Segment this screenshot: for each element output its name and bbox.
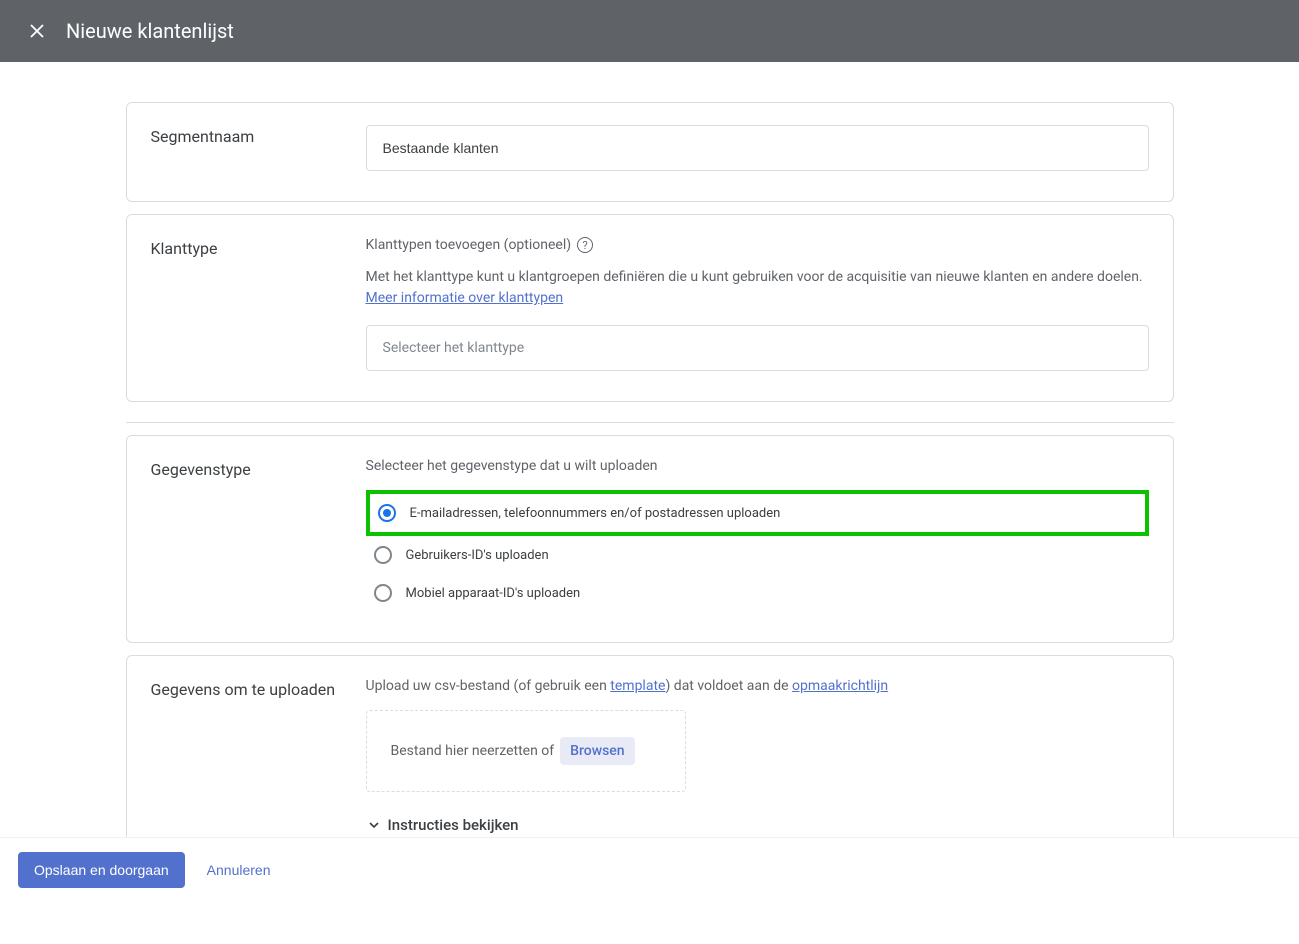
template-link[interactable]: template (610, 678, 665, 694)
browse-button[interactable]: Browsen (560, 737, 634, 765)
footer-bar: Opslaan en doorgaan Annuleren (0, 837, 1299, 902)
clienttype-label: Klanttype (151, 237, 366, 371)
file-dropzone[interactable]: Bestand hier neerzetten of Browsen (366, 710, 686, 792)
radio-label: Mobiel apparaat-ID's uploaden (406, 586, 581, 601)
dropzone-text: Bestand hier neerzetten of (391, 743, 555, 759)
instructions-toggle[interactable]: Instructies bekijken (366, 816, 1149, 834)
radio-label: Gebruikers-ID's uploaden (406, 548, 549, 563)
uploaddata-card: Gegevens om te uploaden Upload uw csv-be… (126, 655, 1174, 864)
radio-label: E-mailadressen, telefoonnummers en/of po… (410, 506, 781, 521)
chevron-down-icon (366, 817, 382, 833)
segment-name-input[interactable] (366, 125, 1149, 171)
cancel-button[interactable]: Annuleren (201, 861, 277, 879)
datatype-label: Gegevenstype (151, 458, 366, 612)
datatype-option-deviceids[interactable]: Mobiel apparaat-ID's uploaden (366, 574, 1149, 612)
clienttype-moreinfo-link[interactable]: Meer informatie over klanttypen (366, 290, 564, 306)
format-link[interactable]: opmaakrichtlijn (792, 678, 888, 694)
clienttype-add-label: Klanttypen toevoegen (optioneel) (366, 237, 572, 253)
datatype-heading: Selecteer het gegevenstype dat u wilt up… (366, 458, 1149, 474)
close-button[interactable] (20, 14, 54, 48)
page-title: Nieuwe klantenlijst (66, 19, 234, 43)
help-icon[interactable]: ? (577, 237, 593, 253)
section-divider (126, 422, 1174, 423)
datatype-card: Gegevenstype Selecteer het gegevenstype … (126, 435, 1174, 643)
radio-icon (374, 546, 392, 564)
uploaddata-label: Gegevens om te uploaden (151, 678, 366, 834)
segment-card: Segmentnaam (126, 102, 1174, 202)
segment-label: Segmentnaam (151, 125, 366, 171)
close-icon (28, 22, 46, 40)
clienttype-description: Met het klanttype kunt u klantgroepen de… (366, 267, 1149, 309)
datatype-option-userids[interactable]: Gebruikers-ID's uploaden (366, 536, 1149, 574)
modal-header: Nieuwe klantenlijst (0, 0, 1299, 62)
radio-icon (378, 504, 396, 522)
clienttype-card: Klanttype Klanttypen toevoegen (optionee… (126, 214, 1174, 402)
uploaddata-description: Upload uw csv-bestand (of gebruik een te… (366, 678, 1149, 694)
save-and-continue-button[interactable]: Opslaan en doorgaan (18, 852, 185, 888)
clienttype-select[interactable]: Selecteer het klanttype (366, 325, 1149, 371)
datatype-option-email-phone-post[interactable]: E-mailadressen, telefoonnummers en/of po… (366, 490, 1149, 536)
radio-icon (374, 584, 392, 602)
